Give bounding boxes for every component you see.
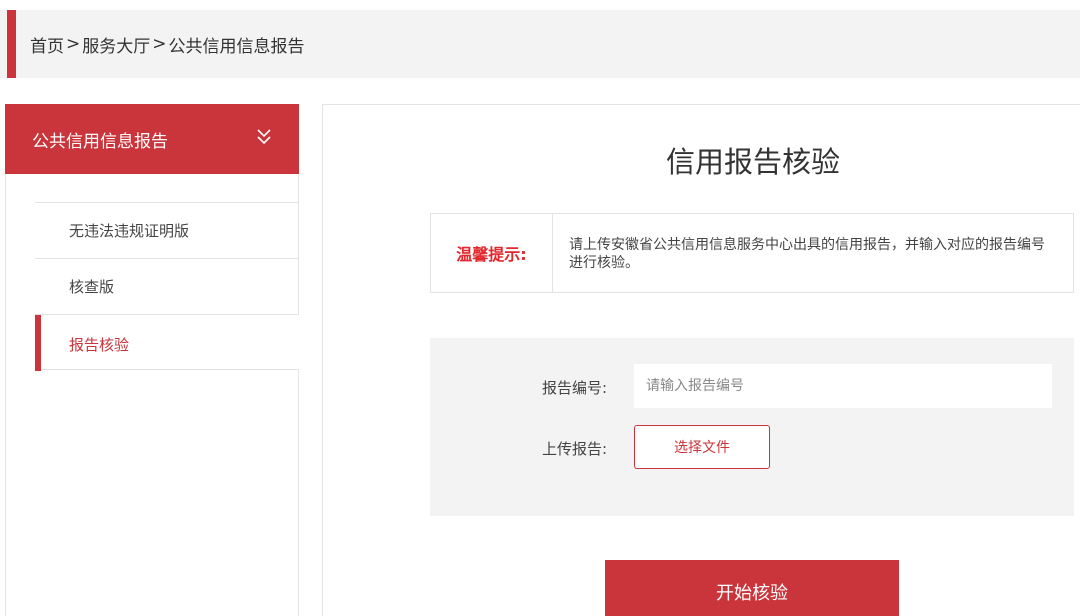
sidebar-list: 无违法违规证明版 核查版 报告核验 [35,202,299,371]
page-title: 信用报告核验 [665,145,840,179]
sidebar-header[interactable]: 公共信用信息报告 [5,104,299,174]
breadcrumb-current: 公共信用信息报告 [168,36,305,57]
upload-report-label: 上传报告: [542,440,608,458]
main-content: 信用报告核验 温馨提示: 请上传安徽省公共信用信息服务中心出具的信用报告，并输入… [322,104,1080,616]
sidebar-header-title: 公共信用信息报告 [32,131,168,152]
breadcrumb-separator: > [152,34,167,54]
double-chevron-down-icon[interactable] [255,126,273,148]
start-verify-button[interactable]: 开始核验 [605,560,899,616]
report-number-input[interactable] [634,364,1052,408]
sidebar-item-report-verify[interactable]: 报告核验 [35,314,299,371]
sidebar-item-verification-edition[interactable]: 核查版 [35,258,299,314]
tip-text: 请上传安徽省公共信用信息服务中心出具的信用报告，并输入对应的报告编号进行核验。 [569,237,1045,271]
report-number-label: 报告编号: [542,379,608,397]
breadcrumb-home[interactable]: 首页 [30,32,64,57]
breadcrumb-bar: 首页 > 服务大厅 > 公共信用信息报告 [0,10,1080,78]
sidebar-item-label: 报告核验 [69,336,130,354]
choose-file-button[interactable]: 选择文件 [634,425,770,469]
breadcrumb: 首页 > 服务大厅 > 公共信用信息报告 [30,32,305,57]
sidebar-item-label: 核查版 [69,278,115,296]
sidebar: 公共信用信息报告 无违法违规证明版 核查版 报告核验 [5,104,299,616]
breadcrumb-separator: > [66,34,81,54]
verify-form-panel: 报告编号: 上传报告: 选择文件 [430,338,1074,516]
tip-label: 温馨提示: [431,214,553,292]
tip-box: 温馨提示: 请上传安徽省公共信用信息服务中心出具的信用报告，并输入对应的报告编号… [430,213,1074,293]
sidebar-item-label: 无违法违规证明版 [69,222,190,240]
sidebar-item-no-violation-certificate[interactable]: 无违法违规证明版 [35,202,299,258]
breadcrumb-accent-bar [7,10,16,78]
breadcrumb-service-hall[interactable]: 服务大厅 [82,32,150,57]
